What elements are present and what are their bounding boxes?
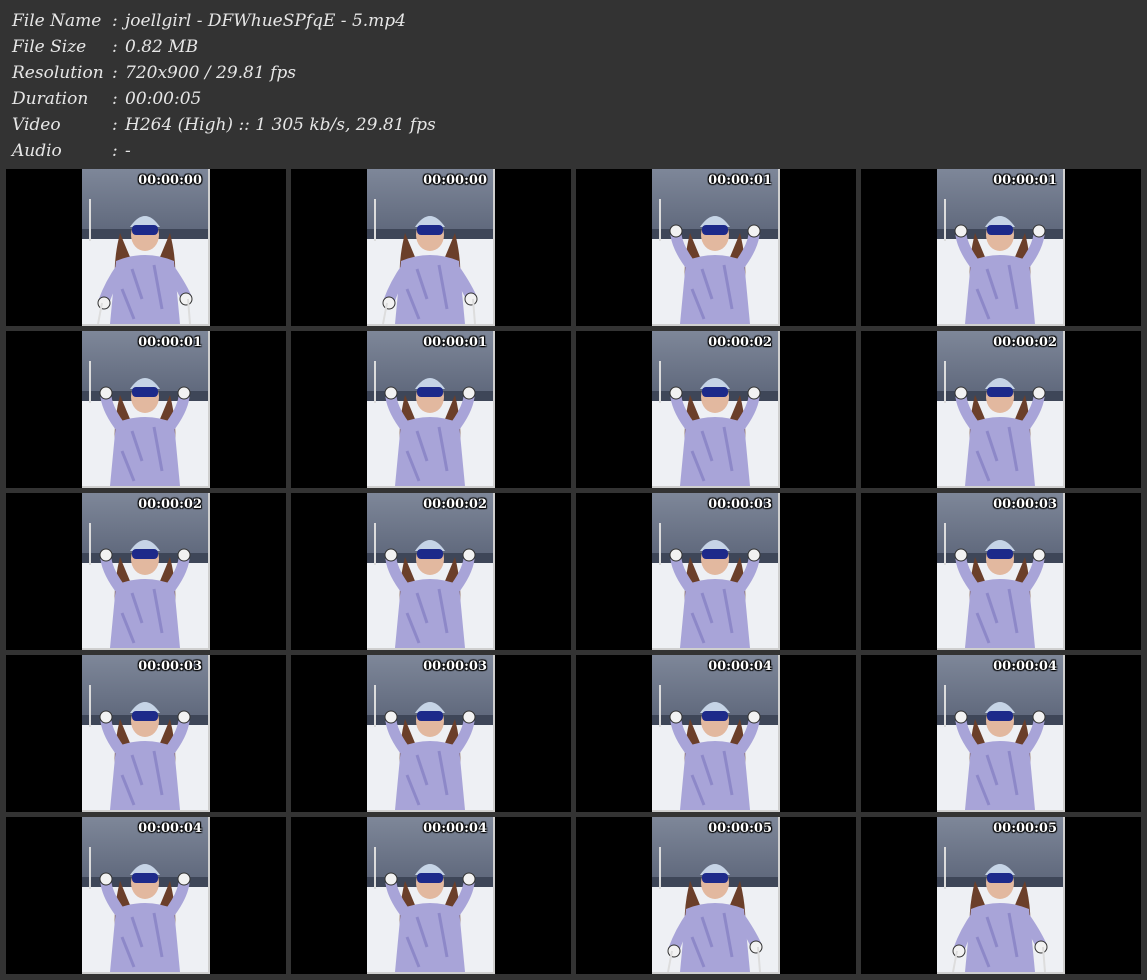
thumbnail-cell: 00:00:00 [291, 169, 571, 326]
video-frame-thumbnail: 00:00:04 [82, 817, 210, 974]
video-frame-thumbnail: 00:00:03 [82, 655, 210, 812]
frame-timestamp: 00:00:04 [708, 659, 772, 674]
video-frame-thumbnail: 00:00:01 [82, 331, 210, 488]
info-separator: : [112, 63, 118, 83]
video-frame-thumbnail: 00:00:02 [652, 331, 780, 488]
frame-timestamp: 00:00:01 [423, 335, 487, 350]
info-row-resolution: Resolution : 720x900 / 29.81 fps [12, 60, 436, 86]
frame-timestamp: 00:00:03 [138, 659, 202, 674]
thumbnail-cell: 00:00:03 [291, 655, 571, 812]
info-separator: : [112, 115, 118, 135]
frame-timestamp: 00:00:02 [993, 335, 1057, 350]
info-label: Video [12, 115, 61, 135]
frame-timestamp: 00:00:01 [138, 335, 202, 350]
info-value: - [125, 141, 131, 161]
video-frame-thumbnail: 00:00:03 [367, 655, 495, 812]
thumbnail-cell: 00:00:01 [291, 331, 571, 488]
video-frame-thumbnail: 00:00:02 [937, 331, 1065, 488]
info-row-file-name: File Name : joellgirl - DFWhueSPfqE - 5.… [12, 8, 436, 34]
info-label: Duration [12, 89, 89, 109]
frame-timestamp: 00:00:02 [708, 335, 772, 350]
thumbnail-cell: 00:00:05 [576, 817, 856, 974]
info-value: 0.82 MB [125, 37, 199, 57]
frame-timestamp: 00:00:03 [708, 497, 772, 512]
thumbnail-cell: 00:00:04 [861, 655, 1141, 812]
video-frame-thumbnail: 00:00:01 [367, 331, 495, 488]
frame-timestamp: 00:00:01 [993, 173, 1057, 188]
frame-timestamp: 00:00:04 [423, 821, 487, 836]
video-frame-thumbnail: 00:00:02 [82, 493, 210, 650]
video-frame-thumbnail: 00:00:05 [652, 817, 780, 974]
video-frame-thumbnail: 00:00:05 [937, 817, 1065, 974]
video-frame-thumbnail: 00:00:00 [82, 169, 210, 326]
info-label: Audio [12, 141, 62, 161]
info-row-file-size: File Size : 0.82 MB [12, 34, 436, 60]
thumbnail-cell: 00:00:03 [6, 655, 286, 812]
video-frame-thumbnail: 00:00:04 [652, 655, 780, 812]
thumbnail-cell: 00:00:02 [6, 493, 286, 650]
frame-timestamp: 00:00:03 [423, 659, 487, 674]
info-value: 720x900 / 29.81 fps [125, 63, 296, 83]
video-frame-thumbnail: 00:00:01 [937, 169, 1065, 326]
info-row-audio: Audio : - [12, 138, 436, 164]
info-label: Resolution [12, 63, 104, 83]
frame-timestamp: 00:00:03 [993, 497, 1057, 512]
frame-timestamp: 00:00:02 [423, 497, 487, 512]
thumbnail-cell: 00:00:04 [291, 817, 571, 974]
thumbnail-cell: 00:00:03 [861, 493, 1141, 650]
thumbnail-cell: 00:00:01 [861, 169, 1141, 326]
frame-timestamp: 00:00:05 [993, 821, 1057, 836]
video-frame-thumbnail: 00:00:02 [367, 493, 495, 650]
frame-timestamp: 00:00:00 [138, 173, 202, 188]
video-frame-thumbnail: 00:00:04 [937, 655, 1065, 812]
thumbnail-grid: 00:00:00 00:00:00 00:00:01 00:00:01 00:0… [6, 169, 1141, 974]
thumbnail-cell: 00:00:05 [861, 817, 1141, 974]
info-separator: : [112, 11, 118, 31]
file-info-panel: File Name : joellgirl - DFWhueSPfqE - 5.… [12, 8, 436, 164]
info-separator: : [112, 89, 118, 109]
info-separator: : [112, 141, 118, 161]
thumbnail-cell: 00:00:01 [6, 331, 286, 488]
video-frame-thumbnail: 00:00:03 [652, 493, 780, 650]
video-frame-thumbnail: 00:00:03 [937, 493, 1065, 650]
thumbnail-cell: 00:00:03 [576, 493, 856, 650]
frame-timestamp: 00:00:02 [138, 497, 202, 512]
frame-timestamp: 00:00:04 [993, 659, 1057, 674]
video-frame-thumbnail: 00:00:04 [367, 817, 495, 974]
thumbnail-cell: 00:00:00 [6, 169, 286, 326]
info-value: H264 (High) :: 1 305 kb/s, 29.81 fps [125, 115, 436, 135]
info-separator: : [112, 37, 118, 57]
thumbnail-cell: 00:00:04 [6, 817, 286, 974]
frame-timestamp: 00:00:00 [423, 173, 487, 188]
thumbnail-cell: 00:00:04 [576, 655, 856, 812]
info-label: File Name [12, 11, 102, 31]
frame-timestamp: 00:00:05 [708, 821, 772, 836]
thumbnail-cell: 00:00:01 [576, 169, 856, 326]
info-value: 00:00:05 [125, 89, 202, 109]
info-row-video: Video : H264 (High) :: 1 305 kb/s, 29.81… [12, 112, 436, 138]
frame-timestamp: 00:00:01 [708, 173, 772, 188]
video-frame-thumbnail: 00:00:01 [652, 169, 780, 326]
thumbnail-cell: 00:00:02 [576, 331, 856, 488]
info-row-duration: Duration : 00:00:05 [12, 86, 436, 112]
info-value: joellgirl - DFWhueSPfqE - 5.mp4 [125, 11, 406, 31]
thumbnail-cell: 00:00:02 [291, 493, 571, 650]
video-frame-thumbnail: 00:00:00 [367, 169, 495, 326]
info-label: File Size [12, 37, 87, 57]
thumbnail-cell: 00:00:02 [861, 331, 1141, 488]
frame-timestamp: 00:00:04 [138, 821, 202, 836]
